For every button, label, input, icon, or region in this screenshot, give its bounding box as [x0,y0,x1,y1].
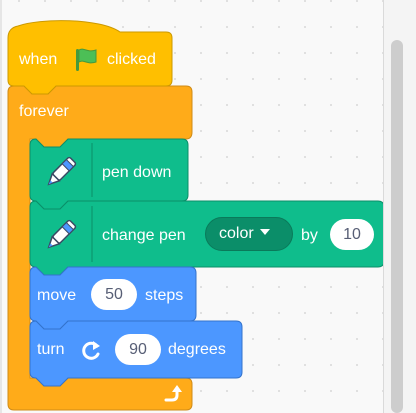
change-pen-by-label: by [301,227,318,244]
pen-param-value: color [219,225,254,242]
pen-param-dropdown[interactable]: color [205,217,293,251]
rotate-right-icon [82,341,100,360]
pen-icon [47,156,77,186]
hat-clicked-label: clicked [107,51,156,68]
chevron-down-icon [259,229,270,236]
turn-degrees-label: degrees [168,341,226,358]
change-pen-label: change pen [102,227,186,244]
pen-icon [47,219,77,249]
pen-down-label: pen down [102,164,172,181]
change-pen-amount-input[interactable]: 10 [330,219,374,250]
forever-label: forever [19,103,69,120]
move-label: move [37,287,77,304]
script-area[interactable]: when clicked forever pen down change pen… [0,0,416,413]
turn-label: turn [37,341,65,358]
move-steps-label: steps [145,287,184,304]
loop-arrow-icon [164,385,182,402]
turn-degrees-input[interactable]: 90 [115,334,161,365]
hat-when-label: when [19,51,58,68]
vertical-scrollbar-thumb[interactable] [391,40,403,413]
green-flag-icon [76,48,97,71]
move-steps-input[interactable]: 50 [91,279,137,310]
